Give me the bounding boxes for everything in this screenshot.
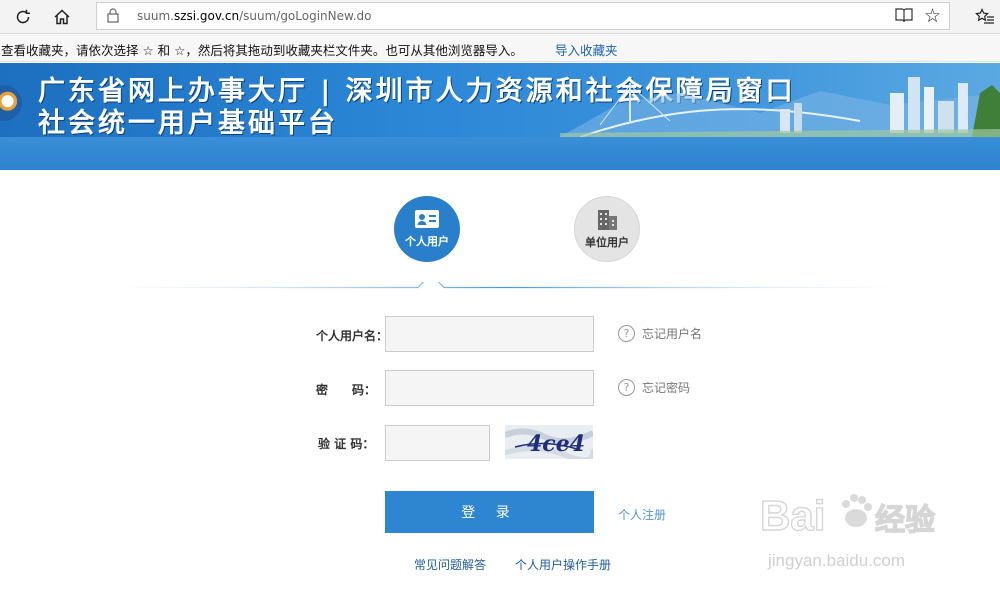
- import-favorites-link[interactable]: 导入收藏夹: [555, 40, 618, 59]
- username-label: 个人用户名：: [316, 329, 389, 343]
- tab-company-label: 单位用户: [585, 236, 629, 249]
- nav-bar: [0, 137, 1000, 170]
- lock-icon: [107, 8, 119, 23]
- building-icon: [598, 210, 617, 230]
- forgot-username-link[interactable]: ? 忘记用户名: [618, 325, 702, 342]
- favorites-hint-bar: 查看收藏夹，请依次选择 ☆ 和 ☆，然后将其拖动到收藏夹栏文件夹。也可从其他浏览…: [0, 34, 1000, 62]
- svg-text:jingyan.baidu.com: jingyan.baidu.com: [767, 551, 905, 570]
- svg-text:Bai: Bai: [760, 492, 825, 539]
- password-input[interactable]: [385, 370, 594, 406]
- home-icon[interactable]: [49, 5, 75, 29]
- forgot-password-link[interactable]: ? 忘记密码: [618, 379, 690, 396]
- banner-subtitle: 社会统一用户基础平台: [38, 108, 338, 137]
- captcha-input[interactable]: [385, 425, 490, 461]
- browser-toolbar: suum.szsi.gov.cn/suum/goLoginNew.do ☆: [0, 0, 1000, 34]
- refresh-icon[interactable]: [10, 5, 36, 29]
- city-skyline-image: [560, 77, 1000, 137]
- captcha-image[interactable]: 4ce4: [505, 425, 593, 459]
- site-logo: [0, 85, 22, 121]
- tab-company-user[interactable]: 单位用户: [574, 196, 640, 262]
- site-banner: 广东省网上办事大厅 | 深圳市人力资源和社会保障局窗口 社会统一用户基础平台: [0, 63, 1000, 137]
- id-card-icon: [415, 210, 439, 228]
- favorite-star-icon[interactable]: ☆: [924, 5, 941, 27]
- password-label: 密 码：: [316, 383, 377, 397]
- address-bar[interactable]: suum.szsi.gov.cn/suum/goLoginNew.do ☆: [96, 2, 950, 30]
- faq-link[interactable]: 常见问题解答: [414, 556, 486, 573]
- tab-personal-label: 个人用户: [405, 235, 449, 248]
- tab-indicator-line: [100, 282, 910, 289]
- baidu-jingyan-watermark: Bai 经验 jingyan.baidu.com: [760, 491, 936, 570]
- user-manual-link[interactable]: 个人用户操作手册: [515, 556, 611, 573]
- question-icon: ?: [618, 325, 635, 342]
- svg-text:经验: 经验: [875, 503, 935, 537]
- question-icon: ?: [618, 379, 635, 396]
- tab-personal-user[interactable]: 个人用户: [394, 196, 460, 262]
- login-button[interactable]: 登 录: [385, 491, 594, 533]
- register-link[interactable]: 个人注册: [618, 506, 666, 523]
- username-input[interactable]: [385, 316, 594, 352]
- favorites-hub-icon[interactable]: [972, 5, 998, 29]
- captcha-label: 验 证 码：: [318, 437, 375, 451]
- url-text: suum.szsi.gov.cn/suum/goLoginNew.do: [137, 9, 372, 23]
- favorites-hint-text: 查看收藏夹，请依次选择 ☆ 和 ☆，然后将其拖动到收藏夹栏文件夹。也可从其他浏览…: [1, 43, 523, 58]
- reading-view-icon[interactable]: [895, 7, 913, 27]
